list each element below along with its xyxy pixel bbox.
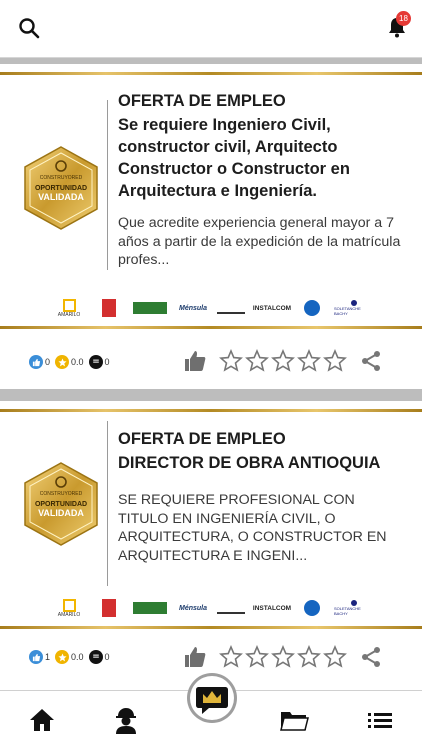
sponsor-logos: AMARILO Ménsula INSTALCOM SOLETANCHE BAC… [56,296,376,322]
card-heading: OFERTA DE EMPLEO [118,92,286,110]
job-card[interactable]: CONSTRUYORED OPORTUNIDAD VALIDADA OFERTA… [0,64,422,389]
center-action-button[interactable] [187,673,237,723]
sponsor-logo-3 [132,596,168,620]
rate-star-1-icon[interactable] [219,349,243,373]
rate-star-3-icon[interactable] [271,349,295,373]
card-divider [107,100,108,270]
comment-count-icon [88,650,103,664]
sponsor-logo-3 [132,296,168,320]
like-count-icon [29,355,43,369]
rating-icon [55,355,70,369]
sponsor-logo-5 [216,296,246,320]
home-icon[interactable] [27,705,57,735]
card-gold-border [0,326,422,329]
comment-count-icon [88,355,103,369]
job-feed[interactable]: CONSTRUYORED OPORTUNIDAD VALIDADA OFERTA… [0,58,422,690]
rating-icon [55,650,70,664]
sponsor-logos: AMARILO Ménsula INSTALCOM SOLETANCHE BAC… [56,596,376,622]
sponsor-logo-2 [100,296,118,320]
sponsor-logo-7 [302,596,322,620]
svg-text:VALIDADA: VALIDADA [38,508,84,518]
validated-opportunity-badge: CONSTRUYORED OPORTUNIDAD VALIDADA [24,146,98,230]
folder-icon[interactable] [279,705,309,735]
like-button-icon[interactable] [183,349,207,373]
rate-star-5-icon[interactable] [323,349,347,373]
card-gold-border [0,626,422,629]
rate-star-2-icon[interactable] [245,349,269,373]
sponsor-logo-mensula: Ménsula [178,604,207,612]
sponsor-logo-soletanche: SOLETANCHE BACHY [334,296,374,320]
sponsor-logo-instalcom: INSTALCOM [252,304,292,312]
rate-star-5-icon[interactable] [323,645,347,669]
rate-star-3-icon[interactable] [271,645,295,669]
rating-value: 0.0 [71,357,84,367]
worker-icon[interactable] [111,705,141,735]
svg-text:VALIDADA: VALIDADA [38,192,84,202]
card-title[interactable]: DIRECTOR DE OBRA ANTIOQUIA [118,452,408,474]
card-gold-border [0,72,422,75]
card-title[interactable]: Se requiere Ingeniero Civil, constructor… [118,114,408,202]
share-icon[interactable] [359,645,383,669]
search-icon[interactable] [18,17,40,39]
rate-star-2-icon[interactable] [245,645,269,669]
svg-text:OPORTUNIDAD: OPORTUNIDAD [35,185,87,192]
sponsor-logo-7 [302,296,322,320]
card-description[interactable]: SE REQUIERE PROFESIONAL CON TITULO EN IN… [118,491,403,565]
sponsor-logo-2 [100,596,118,620]
share-icon[interactable] [359,349,383,373]
like-count-icon [29,650,43,664]
top-bar: 18 [0,0,422,58]
card-stats: 1 0.0 0 [29,650,115,664]
job-card[interactable]: CONSTRUYORED OPORTUNIDAD VALIDADA OFERTA… [0,401,422,690]
card-divider [107,421,108,586]
notification-badge: 18 [396,11,411,26]
sponsor-logo-amarilo: AMARILO [56,296,82,320]
like-count: 0 [45,357,51,367]
card-description[interactable]: Que acredite experiencia general mayor a… [118,214,403,270]
list-icon[interactable] [365,705,395,735]
card-gold-border [0,409,422,412]
crown-chat-icon [196,687,228,714]
svg-text:OPORTUNIDAD: OPORTUNIDAD [35,501,87,508]
comment-count: 0 [104,652,110,662]
sponsor-logo-soletanche: SOLETANCHE BACHY [334,596,374,620]
rating-value: 0.0 [71,652,84,662]
rate-star-1-icon[interactable] [219,645,243,669]
rate-star-4-icon[interactable] [297,645,321,669]
rate-star-4-icon[interactable] [297,349,321,373]
sponsor-logo-mensula: Ménsula [178,304,207,312]
comment-count: 0 [104,357,110,367]
svg-text:CONSTRUYORED: CONSTRUYORED [40,491,83,497]
sponsor-logo-5 [216,596,246,620]
validated-opportunity-badge: CONSTRUYORED OPORTUNIDAD VALIDADA [24,462,98,546]
sponsor-logo-amarilo: AMARILO [56,596,82,620]
card-stats: 0 0.0 0 [29,355,115,369]
like-button-icon[interactable] [183,645,207,669]
like-count: 1 [45,652,51,662]
svg-text:CONSTRUYORED: CONSTRUYORED [40,175,83,181]
card-heading: OFERTA DE EMPLEO [118,430,286,448]
sponsor-logo-instalcom: INSTALCOM [252,604,292,612]
